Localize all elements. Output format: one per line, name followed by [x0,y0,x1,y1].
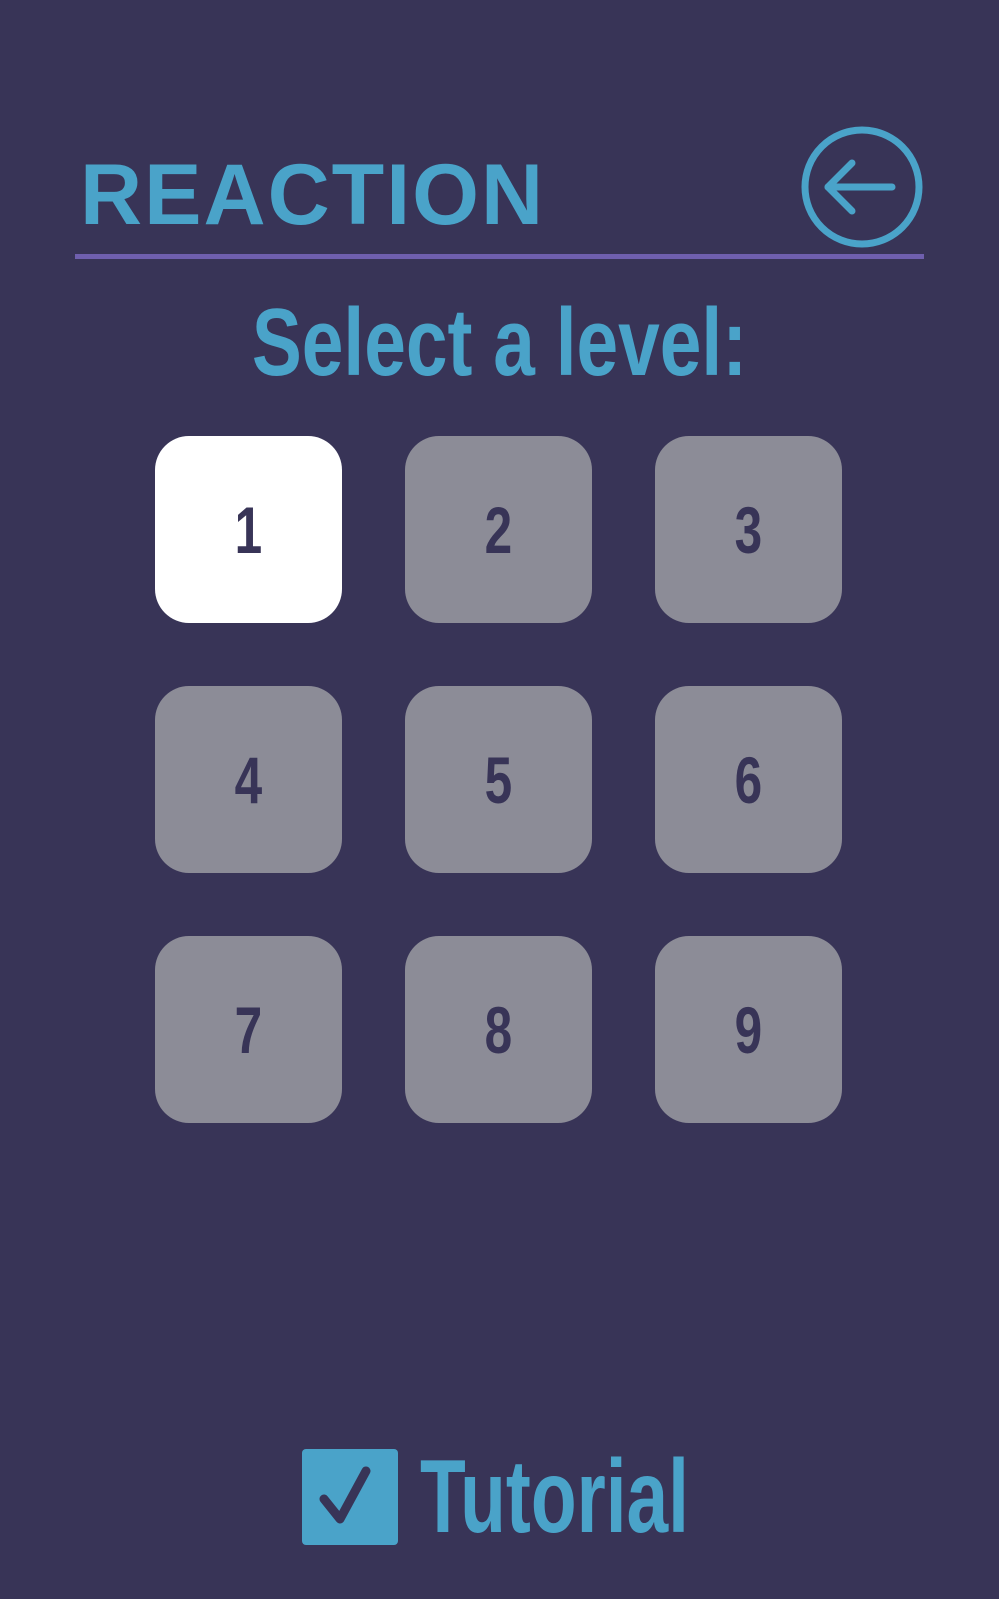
level-number: 9 [734,992,763,1067]
back-button[interactable] [800,125,924,249]
level-button-7[interactable]: 7 [155,936,342,1123]
tutorial-checkbox[interactable] [302,1449,398,1545]
level-number: 5 [484,742,513,817]
checkmark-icon [319,1466,371,1524]
tutorial-label: Tutorial [420,1439,689,1555]
level-button-1[interactable]: 1 [155,436,342,623]
level-button-5[interactable]: 5 [405,686,592,873]
level-button-2[interactable]: 2 [405,436,592,623]
level-button-3[interactable]: 3 [655,436,842,623]
level-number: 2 [484,492,513,567]
page-title: Select a level: [251,289,748,396]
level-button-4[interactable]: 4 [155,686,342,873]
level-button-8[interactable]: 8 [405,936,592,1123]
app-logo: REACTION [80,155,546,235]
tutorial-toggle[interactable]: Tutorial [302,1442,794,1552]
level-button-6[interactable]: 6 [655,686,842,873]
header-divider [75,254,924,259]
level-button-9[interactable]: 9 [655,936,842,1123]
arrow-left-circle-icon [801,126,923,248]
level-number: 1 [234,492,263,567]
level-number: 7 [234,992,263,1067]
level-number: 3 [734,492,763,567]
level-number: 8 [484,992,513,1067]
level-number: 6 [734,742,763,817]
level-grid: 1 2 3 4 5 6 7 8 9 [155,436,845,1123]
level-number: 4 [234,742,263,817]
